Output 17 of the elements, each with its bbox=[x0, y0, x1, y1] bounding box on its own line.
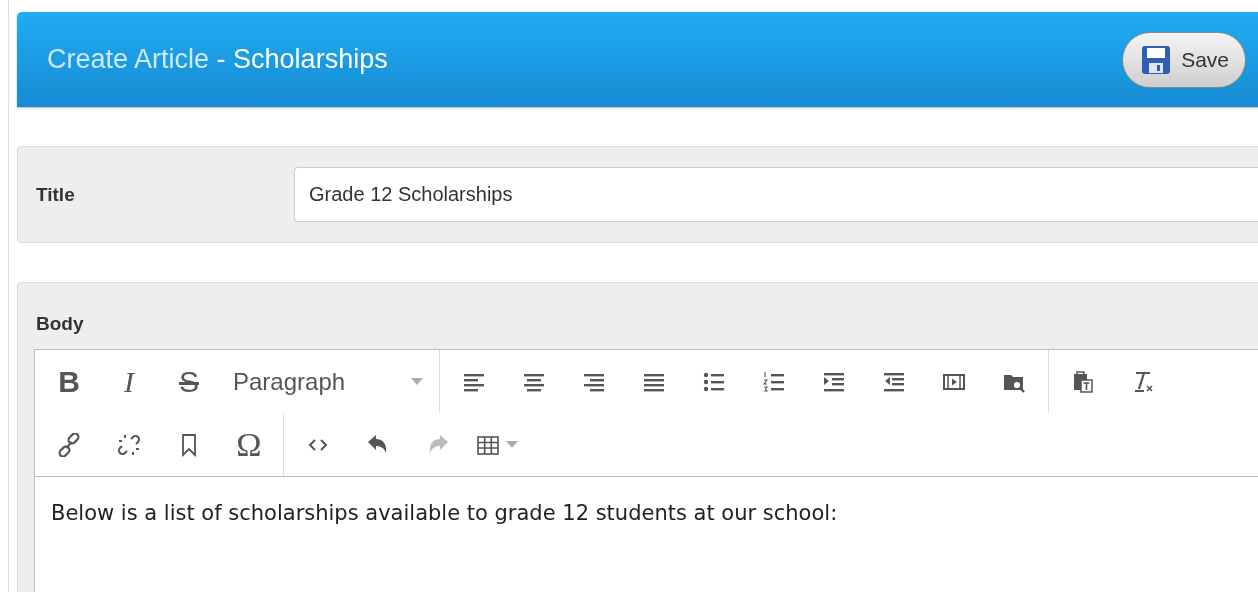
broken-link-icon bbox=[117, 432, 141, 457]
body-label: Body bbox=[36, 313, 85, 335]
bold-button[interactable]: B bbox=[47, 359, 91, 404]
link-icon bbox=[57, 432, 81, 457]
page-title: Create Article - Scholarships bbox=[47, 44, 389, 75]
caret-icon bbox=[411, 378, 423, 385]
format-dropdown[interactable]: Paragraph bbox=[225, 367, 431, 396]
title-input[interactable]: Grade 12 Scholarships bbox=[294, 167, 1258, 222]
paste-text-icon bbox=[1071, 369, 1095, 394]
title-label: Title bbox=[36, 183, 76, 206]
caret-icon bbox=[506, 441, 518, 448]
save-button[interactable]: Save bbox=[1122, 31, 1246, 88]
strikethrough-button[interactable]: S bbox=[167, 359, 211, 404]
numbered-list-icon bbox=[762, 369, 786, 394]
special-character-button[interactable]: Ω bbox=[227, 422, 271, 467]
italic-button[interactable]: I bbox=[107, 359, 151, 404]
editor-text: Below is a list of scholarships available to grade 12 students at our school: bbox=[50, 500, 839, 527]
